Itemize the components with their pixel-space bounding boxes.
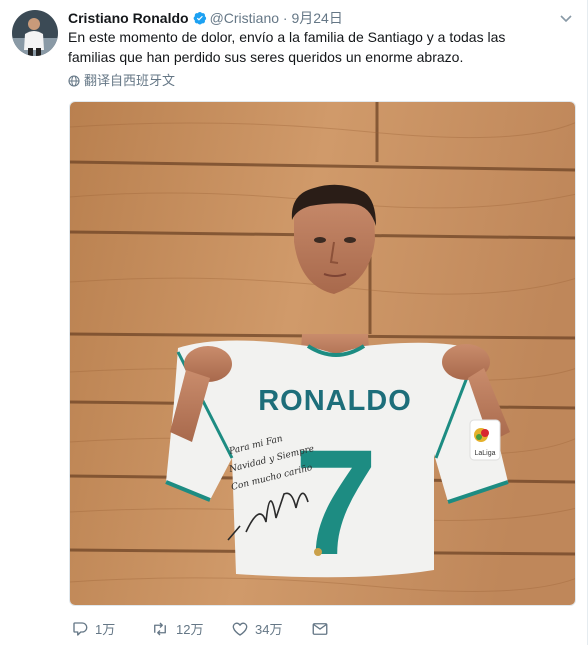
header-separator: ·	[282, 10, 288, 26]
author-name[interactable]: Cristiano Ronaldo	[68, 10, 189, 26]
retweet-button[interactable]: 12万	[150, 620, 203, 640]
translate-link[interactable]: 翻译自西班牙文	[68, 72, 175, 90]
like-count: 34万	[255, 622, 283, 637]
tweet: Cristiano Ronaldo @Cristiano · 9月24日 En e…	[0, 0, 588, 645]
tweet-date[interactable]: 9月24日	[291, 10, 342, 26]
reply-count: 1万	[95, 622, 116, 637]
photo-image: RONALDO 7 LaLiga Para mi Fan Navidad y S…	[70, 102, 575, 605]
avatar-image	[12, 10, 58, 56]
chevron-down-icon[interactable]	[559, 11, 573, 25]
tweet-text: En este momento de dolor, envío a la fam…	[68, 29, 506, 65]
reply-icon	[73, 622, 88, 636]
translate-label: 翻译自西班牙文	[84, 73, 176, 88]
tweet-actions: 1万 12万 34万	[68, 620, 548, 640]
heart-icon	[232, 622, 248, 636]
shirt-name-text: RONALDO	[258, 385, 412, 417]
like-button[interactable]: 34万	[231, 620, 282, 640]
globe-icon	[68, 74, 80, 92]
retweet-count: 12万	[176, 622, 204, 637]
avatar[interactable]	[12, 10, 58, 56]
retweet-icon	[154, 622, 166, 636]
tweet-photo[interactable]: RONALDO 7 LaLiga Para mi Fan Navidad y S…	[69, 101, 576, 606]
shirt-number-text: 7	[294, 418, 377, 586]
direct-message-button[interactable]	[311, 620, 335, 640]
author-handle[interactable]: @Cristiano	[210, 10, 279, 26]
envelope-icon	[312, 623, 328, 635]
laliga-badge-text: LaLiga	[474, 450, 495, 457]
reply-button[interactable]: 1万	[71, 620, 115, 640]
tweet-header: Cristiano Ronaldo @Cristiano · 9月24日	[68, 8, 568, 28]
